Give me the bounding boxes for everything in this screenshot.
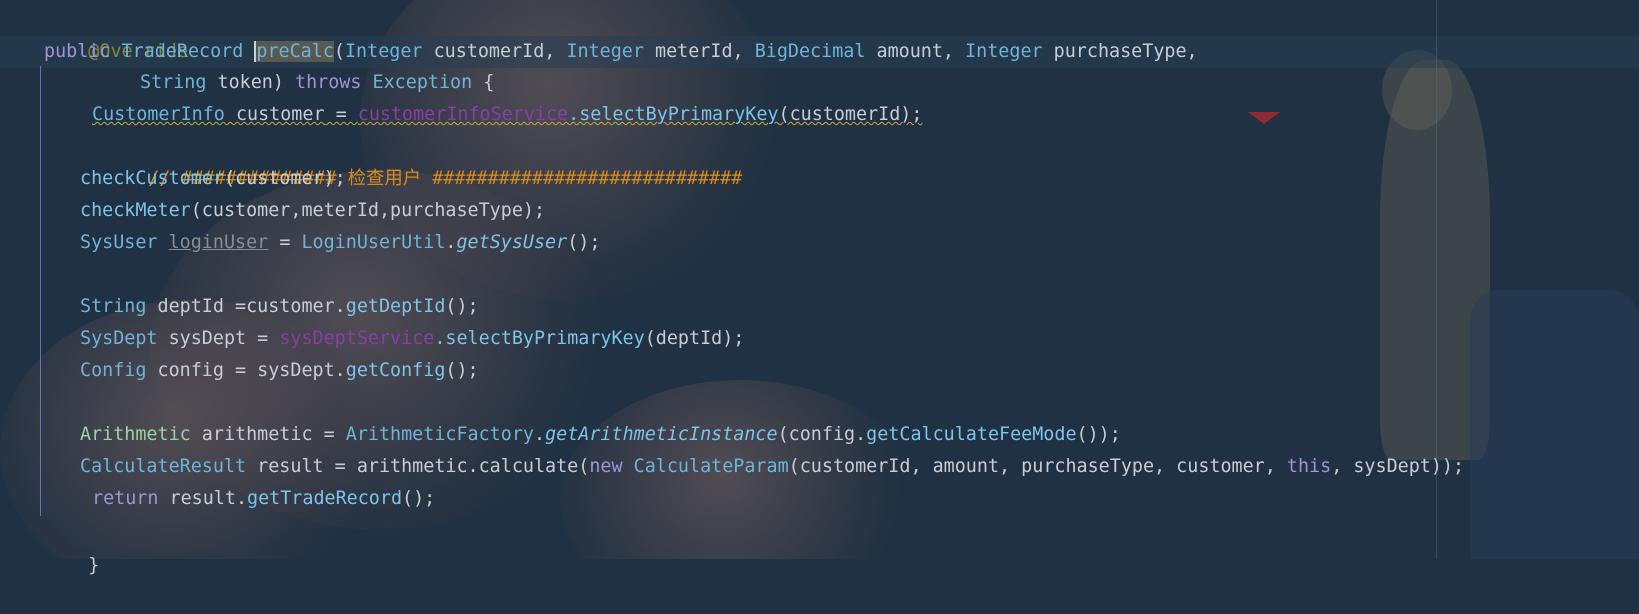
type-bigdecimal: BigDecimal <box>754 41 866 62</box>
call-args: (customer); <box>223 168 346 189</box>
type-sysuser: SysUser <box>80 232 158 253</box>
type-string: String <box>140 72 207 93</box>
method-call: getDeptId <box>345 296 446 317</box>
code-line-16[interactable]: return result.getTradeRecord(); <box>92 483 435 515</box>
return-type: TradeRecord <box>121 41 244 62</box>
call-args: (); <box>445 296 479 317</box>
assign: = <box>324 104 358 125</box>
keyword-throws: throws <box>295 72 362 93</box>
class-name: LoginUserUtil <box>301 232 446 253</box>
dot: . <box>445 232 457 253</box>
open-brace: { <box>472 72 495 93</box>
call-args: ()); <box>1076 424 1121 445</box>
statement: result = arithmetic.calculate( <box>246 456 590 477</box>
code-line-15[interactable]: CalculateResult result = arithmetic.calc… <box>80 451 1464 483</box>
code-line-11[interactable]: SysDept sysDept = sysDeptService.selectB… <box>80 323 744 355</box>
statement: arithmetic = <box>190 424 346 445</box>
unused-variable: loginUser <box>168 232 269 253</box>
statement: result. <box>158 488 248 509</box>
code-line-17[interactable]: } <box>44 518 99 576</box>
type-string: String <box>80 296 147 317</box>
statement: (config. <box>777 424 867 445</box>
call-args: (deptId); <box>644 328 745 349</box>
class-name: ArithmeticFactory <box>345 424 534 445</box>
method-call: checkCustomer <box>80 168 224 189</box>
code-line-3[interactable]: String token) throws Exception { <box>140 67 494 99</box>
statement: sysDept = <box>157 328 280 349</box>
code-line-2[interactable]: public TradeRecord preCalc(Integer custo… <box>44 36 1198 68</box>
method-scope-guide <box>40 66 41 516</box>
method-name-selected[interactable]: preCalc <box>254 41 334 62</box>
method-call: checkMeter <box>80 200 191 221</box>
param-customer-id: customerId, <box>422 41 567 62</box>
code-line-8[interactable]: SysUser loginUser = LoginUserUtil.getSys… <box>80 227 600 259</box>
statement: (customerId, amount, purchaseType, custo… <box>788 456 1287 477</box>
param-purchase-type: purchaseType, <box>1042 41 1198 62</box>
red-bird-mark <box>1248 112 1280 124</box>
call-args: (customerId); <box>778 104 923 125</box>
code-line-7[interactable]: checkMeter(customer,meterId,purchaseType… <box>80 195 545 227</box>
field-sys-dept-service: sysDeptService <box>279 328 435 349</box>
method-call: getTradeRecord <box>247 488 403 509</box>
type-calculate-result: CalculateResult <box>80 456 247 477</box>
assign: = <box>268 232 302 253</box>
method-call: getCalculateFeeMode <box>866 424 1077 445</box>
method-call: getConfig <box>345 360 446 381</box>
call-args: (); <box>445 360 479 381</box>
var-customer: customer <box>224 104 325 125</box>
statement: deptId =customer. <box>146 296 346 317</box>
type-integer: Integer <box>344 41 423 62</box>
code-line-6[interactable]: checkCustomer(customer); <box>80 163 346 195</box>
method-call: .selectByPrimaryKey <box>568 104 779 125</box>
field-customer-info-service: customerInfoService <box>357 104 569 125</box>
static-method-call: getSysUser <box>456 232 568 253</box>
keyword-public: public <box>44 41 111 62</box>
code-line-1[interactable]: @Override <box>44 4 188 62</box>
code-line-12[interactable]: Config config = sysDept.getConfig(); <box>80 355 479 387</box>
code-line-14[interactable]: Arithmetic arithmetic = ArithmeticFactor… <box>80 419 1121 451</box>
type-integer: Integer <box>965 41 1043 62</box>
class-name: CalculateParam <box>633 456 789 477</box>
call-args: (); <box>402 488 436 509</box>
dot: . <box>533 424 546 445</box>
code-line-10[interactable]: String deptId =customer.getDeptId(); <box>80 291 479 323</box>
close-brace: } <box>88 555 100 576</box>
exception-type: Exception <box>361 72 473 93</box>
code-line-4[interactable]: CustomerInfo customer = customerInfoServ… <box>92 99 922 131</box>
type-config: Config <box>80 360 147 381</box>
type-customerinfo: CustomerInfo <box>92 104 225 125</box>
type-integer: Integer <box>566 41 644 62</box>
statement: config = sysDept. <box>146 360 346 381</box>
type-arithmetic: Arithmetic <box>80 424 191 445</box>
keyword-new: new <box>589 456 623 477</box>
param-amount: amount, <box>865 41 966 62</box>
type-sysdept: SysDept <box>80 328 158 349</box>
code-line-5[interactable]: // ############## 检查用户 #################… <box>104 131 742 189</box>
paren-open: ( <box>333 41 345 62</box>
robot-silhouette <box>1470 290 1639 559</box>
call-args: , sysDept)); <box>1331 456 1465 477</box>
call-args: (customer,meterId,purchaseType); <box>190 200 546 221</box>
method-call: .selectByPrimaryKey <box>434 328 645 349</box>
keyword-return: return <box>92 488 159 509</box>
param-meter-id: meterId, <box>643 41 755 62</box>
call-args: (); <box>567 232 601 253</box>
static-method-call: getArithmeticInstance <box>545 424 778 445</box>
param-token: token) <box>206 72 296 93</box>
keyword-this: this <box>1286 456 1332 477</box>
